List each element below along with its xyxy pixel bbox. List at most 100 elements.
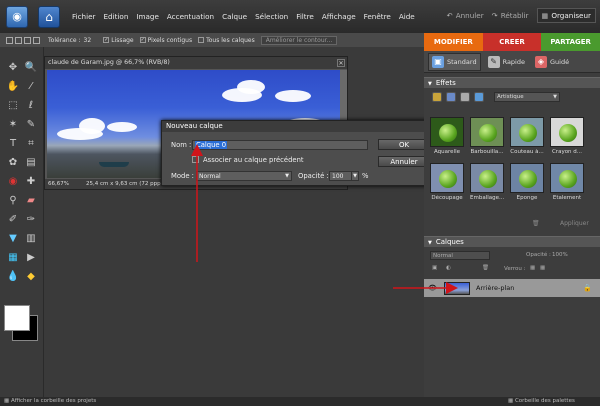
cookie-cutter-icon[interactable]: ✿: [6, 156, 20, 170]
camera-icon[interactable]: ◉: [6, 5, 28, 28]
apple-image: [559, 124, 577, 142]
red-eye-icon[interactable]: ◉: [6, 175, 20, 189]
menu-edition[interactable]: Edition: [104, 12, 129, 21]
menu-aide[interactable]: Aide: [399, 12, 415, 21]
lissage-checkbox[interactable]: ✓ Lissage: [103, 37, 134, 44]
tous-calques-checkbox[interactable]: Tous les calques: [198, 37, 255, 44]
collapse-triangle-icon: ▼: [428, 81, 432, 87]
redo-button[interactable]: ↷ Rétablir: [492, 11, 529, 20]
palette-bin-toggle[interactable]: ▦ Corbeille des palettes: [508, 397, 575, 406]
effects-header-label: Effets: [435, 79, 456, 87]
lock-all-icon[interactable]: ▦: [540, 265, 545, 271]
menu-fenetre[interactable]: Fenêtre: [364, 12, 391, 21]
menu-selection[interactable]: Sélection: [255, 12, 288, 21]
paint-bucket-icon[interactable]: ▼: [6, 232, 20, 246]
filters-icon[interactable]: [432, 92, 442, 102]
type-tool-icon[interactable]: T: [6, 137, 20, 151]
marquee-tool-icon[interactable]: ⬚: [6, 99, 20, 113]
layer-opacity-value[interactable]: 100%: [552, 252, 568, 258]
lock-icon[interactable]: 🔒: [583, 284, 592, 292]
opacity-input[interactable]: 100: [329, 171, 353, 181]
effect-thumbnail[interactable]: Etalement: [550, 163, 584, 201]
close-icon[interactable]: ✕: [337, 59, 345, 67]
smart-brush-icon[interactable]: ✑: [24, 213, 38, 227]
crop-tool-icon[interactable]: ⌗: [24, 137, 38, 151]
effect-thumbnail[interactable]: Aquarelle: [430, 117, 464, 155]
adjustment-layer-icon[interactable]: ◐: [446, 265, 451, 271]
gradient-swatch-icon[interactable]: ▦: [6, 251, 20, 265]
effects-category-select[interactable]: Artistique ▼: [494, 92, 560, 102]
eye-icon[interactable]: 👁: [428, 284, 438, 292]
menu-image[interactable]: Image: [136, 12, 159, 21]
eyedropper-icon[interactable]: ⁄: [24, 80, 38, 94]
effect-thumbnail[interactable]: Barbouilla...: [470, 117, 504, 155]
effect-thumbnail[interactable]: Couteau à...: [510, 117, 544, 155]
cancel-button[interactable]: Annuler: [378, 156, 430, 167]
standard-button[interactable]: ▣ Standard: [428, 52, 481, 71]
blur-tool-icon[interactable]: 💧: [6, 270, 20, 284]
opacity-dropdown[interactable]: ▼: [351, 171, 359, 181]
mode-select[interactable]: Normal ▼: [196, 171, 292, 181]
organiser-button[interactable]: ▦ Organiseur: [536, 8, 596, 23]
tab-modifier[interactable]: MODIFIER: [424, 33, 483, 51]
delete-layer-icon[interactable]: 🗑: [482, 265, 489, 271]
ok-button[interactable]: OK: [378, 139, 430, 150]
photo-effects-icon[interactable]: [460, 92, 470, 102]
menu-filtre[interactable]: Filtre: [296, 12, 314, 21]
add-selection-icon[interactable]: [15, 36, 22, 44]
ameliorer-contour-button[interactable]: Améliorer le contour...: [260, 35, 338, 45]
effect-thumbnail[interactable]: Découpage: [430, 163, 464, 201]
lock-transparency-icon[interactable]: ▦: [530, 265, 535, 271]
new-selection-icon[interactable]: [6, 36, 13, 44]
project-bin-toggle[interactable]: ▦ Afficher la corbeille des projets: [4, 397, 96, 406]
straighten-tool-icon[interactable]: ▤: [24, 156, 38, 170]
menu-calque[interactable]: Calque: [222, 12, 247, 21]
new-layer-icon[interactable]: ▣: [432, 265, 437, 271]
home-icon[interactable]: ⌂: [38, 5, 60, 28]
opacity-label: Opacité :: [298, 172, 329, 180]
menu-fichier[interactable]: Fichier: [72, 12, 96, 21]
undo-button[interactable]: ↶ Annuler: [447, 11, 484, 20]
tolerance-value[interactable]: 32: [84, 37, 92, 44]
effect-thumbnail[interactable]: Emballage...: [470, 163, 504, 201]
custom-shape-icon[interactable]: ▶: [24, 251, 38, 265]
zoom-level[interactable]: 66,67%: [48, 179, 69, 189]
hand-tool-icon[interactable]: ✋: [6, 80, 20, 94]
layer-name-input[interactable]: Calque 0: [192, 140, 368, 150]
menu-affichage[interactable]: Affichage: [322, 12, 356, 21]
associate-checkbox[interactable]: [192, 156, 199, 163]
zoom-tool-icon[interactable]: 🔍: [24, 61, 38, 75]
foreground-color-swatch[interactable]: [4, 305, 30, 331]
effect-thumbnail[interactable]: Crayon d...: [550, 117, 584, 155]
layer-styles-icon[interactable]: [446, 92, 456, 102]
tab-partager[interactable]: PARTAGER: [541, 33, 600, 51]
rapide-button[interactable]: ✎ Rapide: [485, 53, 528, 71]
lasso-tool-icon[interactable]: ℓ: [24, 99, 38, 113]
effects-header[interactable]: ▼ Effets: [424, 77, 600, 88]
brush-tool-icon[interactable]: ✐: [6, 213, 20, 227]
effect-thumbnail[interactable]: Eponge: [510, 163, 544, 201]
sponge-tool-icon[interactable]: ◆: [24, 270, 38, 284]
tab-creer[interactable]: CREER: [482, 33, 542, 51]
intersect-selection-icon[interactable]: [33, 36, 40, 44]
clone-stamp-icon[interactable]: ⚲: [6, 194, 20, 208]
layer-row-background[interactable]: 👁 Arrière-plan 🔒: [424, 279, 600, 297]
trash-icon[interactable]: 🗑: [532, 220, 540, 227]
guide-button[interactable]: ◈ Guidé: [532, 53, 572, 71]
all-effects-icon[interactable]: [474, 92, 484, 102]
apply-button[interactable]: Appliquer: [560, 220, 589, 227]
move-tool-icon[interactable]: ✥: [6, 61, 20, 75]
layers-header[interactable]: ▼ Calques: [424, 236, 600, 247]
palette-bin-label: Corbeille des palettes: [514, 398, 575, 404]
subtract-selection-icon[interactable]: [24, 36, 31, 44]
redo-label: Rétablir: [500, 11, 529, 20]
pixels-contigus-checkbox[interactable]: ✓ Pixels contigus: [139, 37, 192, 44]
selection-brush-icon[interactable]: ✎: [24, 118, 38, 132]
menu-accentuation[interactable]: Accentuation: [167, 12, 214, 21]
eraser-icon[interactable]: ▰: [24, 194, 38, 208]
gradient-tool-icon[interactable]: ▥: [24, 232, 38, 246]
healing-brush-icon[interactable]: ✚: [24, 175, 38, 189]
blend-mode-select[interactable]: Normal: [430, 251, 490, 260]
layers-panel: ▼ Calques: [424, 236, 600, 247]
magic-wand-icon[interactable]: ✶: [6, 118, 20, 132]
